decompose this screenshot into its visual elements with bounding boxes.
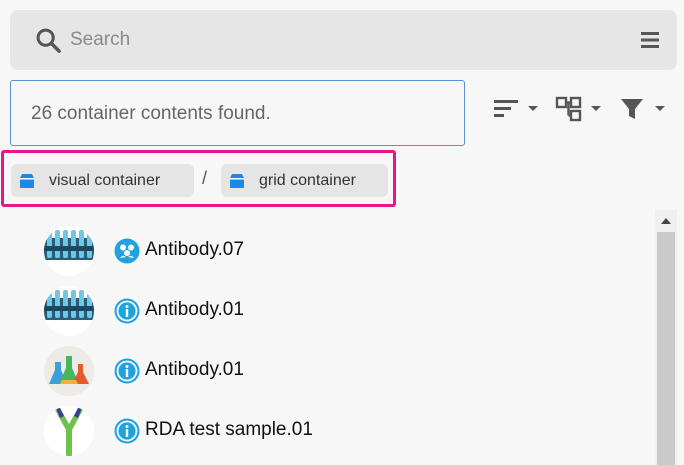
- search-bar: [10, 10, 677, 70]
- list-item[interactable]: Antibody.01: [0, 340, 640, 400]
- container-icon: [20, 174, 34, 188]
- sample-thumbnail: [44, 346, 94, 396]
- sample-thumbnail: [44, 286, 94, 336]
- list-item-label: Antibody.01: [145, 299, 244, 320]
- scrollbar[interactable]: [655, 210, 677, 465]
- info-icon: [114, 298, 140, 324]
- scrollbar-thumb[interactable]: [657, 232, 675, 465]
- flasks-image: [44, 346, 94, 396]
- hierarchy-icon: [555, 96, 601, 122]
- list-item[interactable]: RDA test sample.01: [0, 400, 640, 460]
- results-summary: 26 container contents found.: [31, 103, 271, 124]
- sample-thumbnail: [44, 406, 94, 456]
- breadcrumb-label: grid container: [259, 172, 356, 189]
- content-list: Antibody.07 Antibody.01 Antibody.01 RDA …: [0, 210, 684, 465]
- filter-button[interactable]: [619, 94, 669, 124]
- info-icon: [114, 358, 140, 384]
- breadcrumb-separator: /: [202, 168, 208, 188]
- breadcrumb: visual container / grid container: [1, 150, 396, 207]
- container-icon: [230, 174, 244, 188]
- group-icon: [114, 238, 140, 264]
- list-item-label: RDA test sample.01: [145, 419, 313, 440]
- hierarchy-button[interactable]: [555, 94, 603, 124]
- sort-icon: [494, 100, 538, 117]
- breadcrumb-item-grid-container[interactable]: grid container: [221, 164, 388, 197]
- menu-icon[interactable]: [639, 29, 661, 51]
- info-icon: [114, 418, 140, 444]
- list-item-label: Antibody.07: [145, 239, 244, 260]
- breadcrumb-label: visual container: [49, 172, 161, 189]
- sort-button[interactable]: [492, 94, 540, 124]
- search-input[interactable]: [70, 22, 610, 58]
- list-item-label: Antibody.01: [145, 359, 244, 380]
- breadcrumb-item-visual-container[interactable]: visual container: [11, 164, 194, 197]
- filter-icon: [621, 99, 665, 119]
- results-summary-box: 26 container contents found.: [10, 80, 465, 146]
- list-item[interactable]: Antibody.07: [0, 220, 640, 280]
- scroll-up-icon[interactable]: [655, 212, 677, 230]
- sample-thumbnail: [44, 226, 94, 276]
- list-item[interactable]: Antibody.01: [0, 280, 640, 340]
- antibody-image: [44, 406, 94, 456]
- search-icon[interactable]: [34, 26, 62, 54]
- vials-image: [44, 226, 94, 276]
- vials-image: [44, 286, 94, 336]
